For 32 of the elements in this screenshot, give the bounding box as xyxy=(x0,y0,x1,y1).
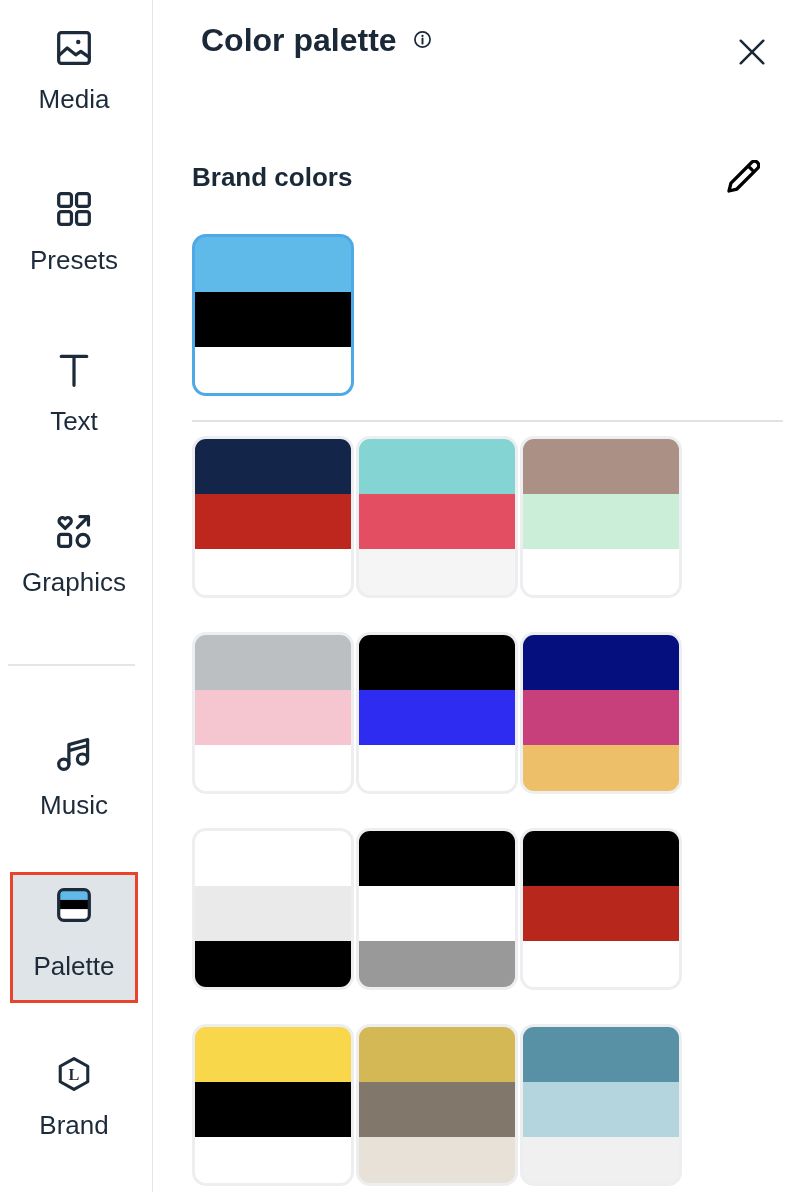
close-icon xyxy=(739,39,765,65)
sidebar-item[interactable]: Music xyxy=(10,721,138,852)
palette-swatch[interactable] xyxy=(356,1024,518,1186)
image-icon xyxy=(57,31,91,65)
info-icon[interactable] xyxy=(413,30,431,48)
palette-swatch[interactable] xyxy=(192,234,354,396)
panel-title: Color palette xyxy=(201,21,397,59)
sidebar-item[interactable]: Graphics xyxy=(10,498,138,629)
sidebar-item[interactable]: Text xyxy=(10,337,138,468)
palette-swatch[interactable] xyxy=(192,632,354,794)
sidebar-item[interactable]: Palette xyxy=(10,872,138,1003)
grid-icon xyxy=(57,192,91,226)
palette-icon xyxy=(57,888,91,922)
hexagon-icon: L xyxy=(57,1057,91,1091)
palette-swatch[interactable] xyxy=(192,1024,354,1186)
palette-swatch[interactable] xyxy=(520,632,682,794)
palette-swatch[interactable] xyxy=(356,436,518,598)
palette-swatch[interactable] xyxy=(192,436,354,598)
sidebar-item[interactable]: Media xyxy=(10,15,138,146)
music-note-icon xyxy=(57,737,91,771)
palette-swatch[interactable] xyxy=(192,828,354,990)
palette-swatch[interactable] xyxy=(520,436,682,598)
sidebar-item[interactable]: L Brand xyxy=(10,1041,138,1172)
shapes-icon xyxy=(57,514,91,548)
sidebar-item[interactable]: Presets xyxy=(10,176,138,307)
palette-swatch[interactable] xyxy=(356,828,518,990)
palette-swatch[interactable] xyxy=(520,1024,682,1186)
pencil-icon xyxy=(727,160,760,193)
section-heading: Brand colors xyxy=(192,160,353,194)
letter-t-icon xyxy=(57,353,91,387)
palette-swatch[interactable] xyxy=(520,828,682,990)
palette-swatch[interactable] xyxy=(356,632,518,794)
